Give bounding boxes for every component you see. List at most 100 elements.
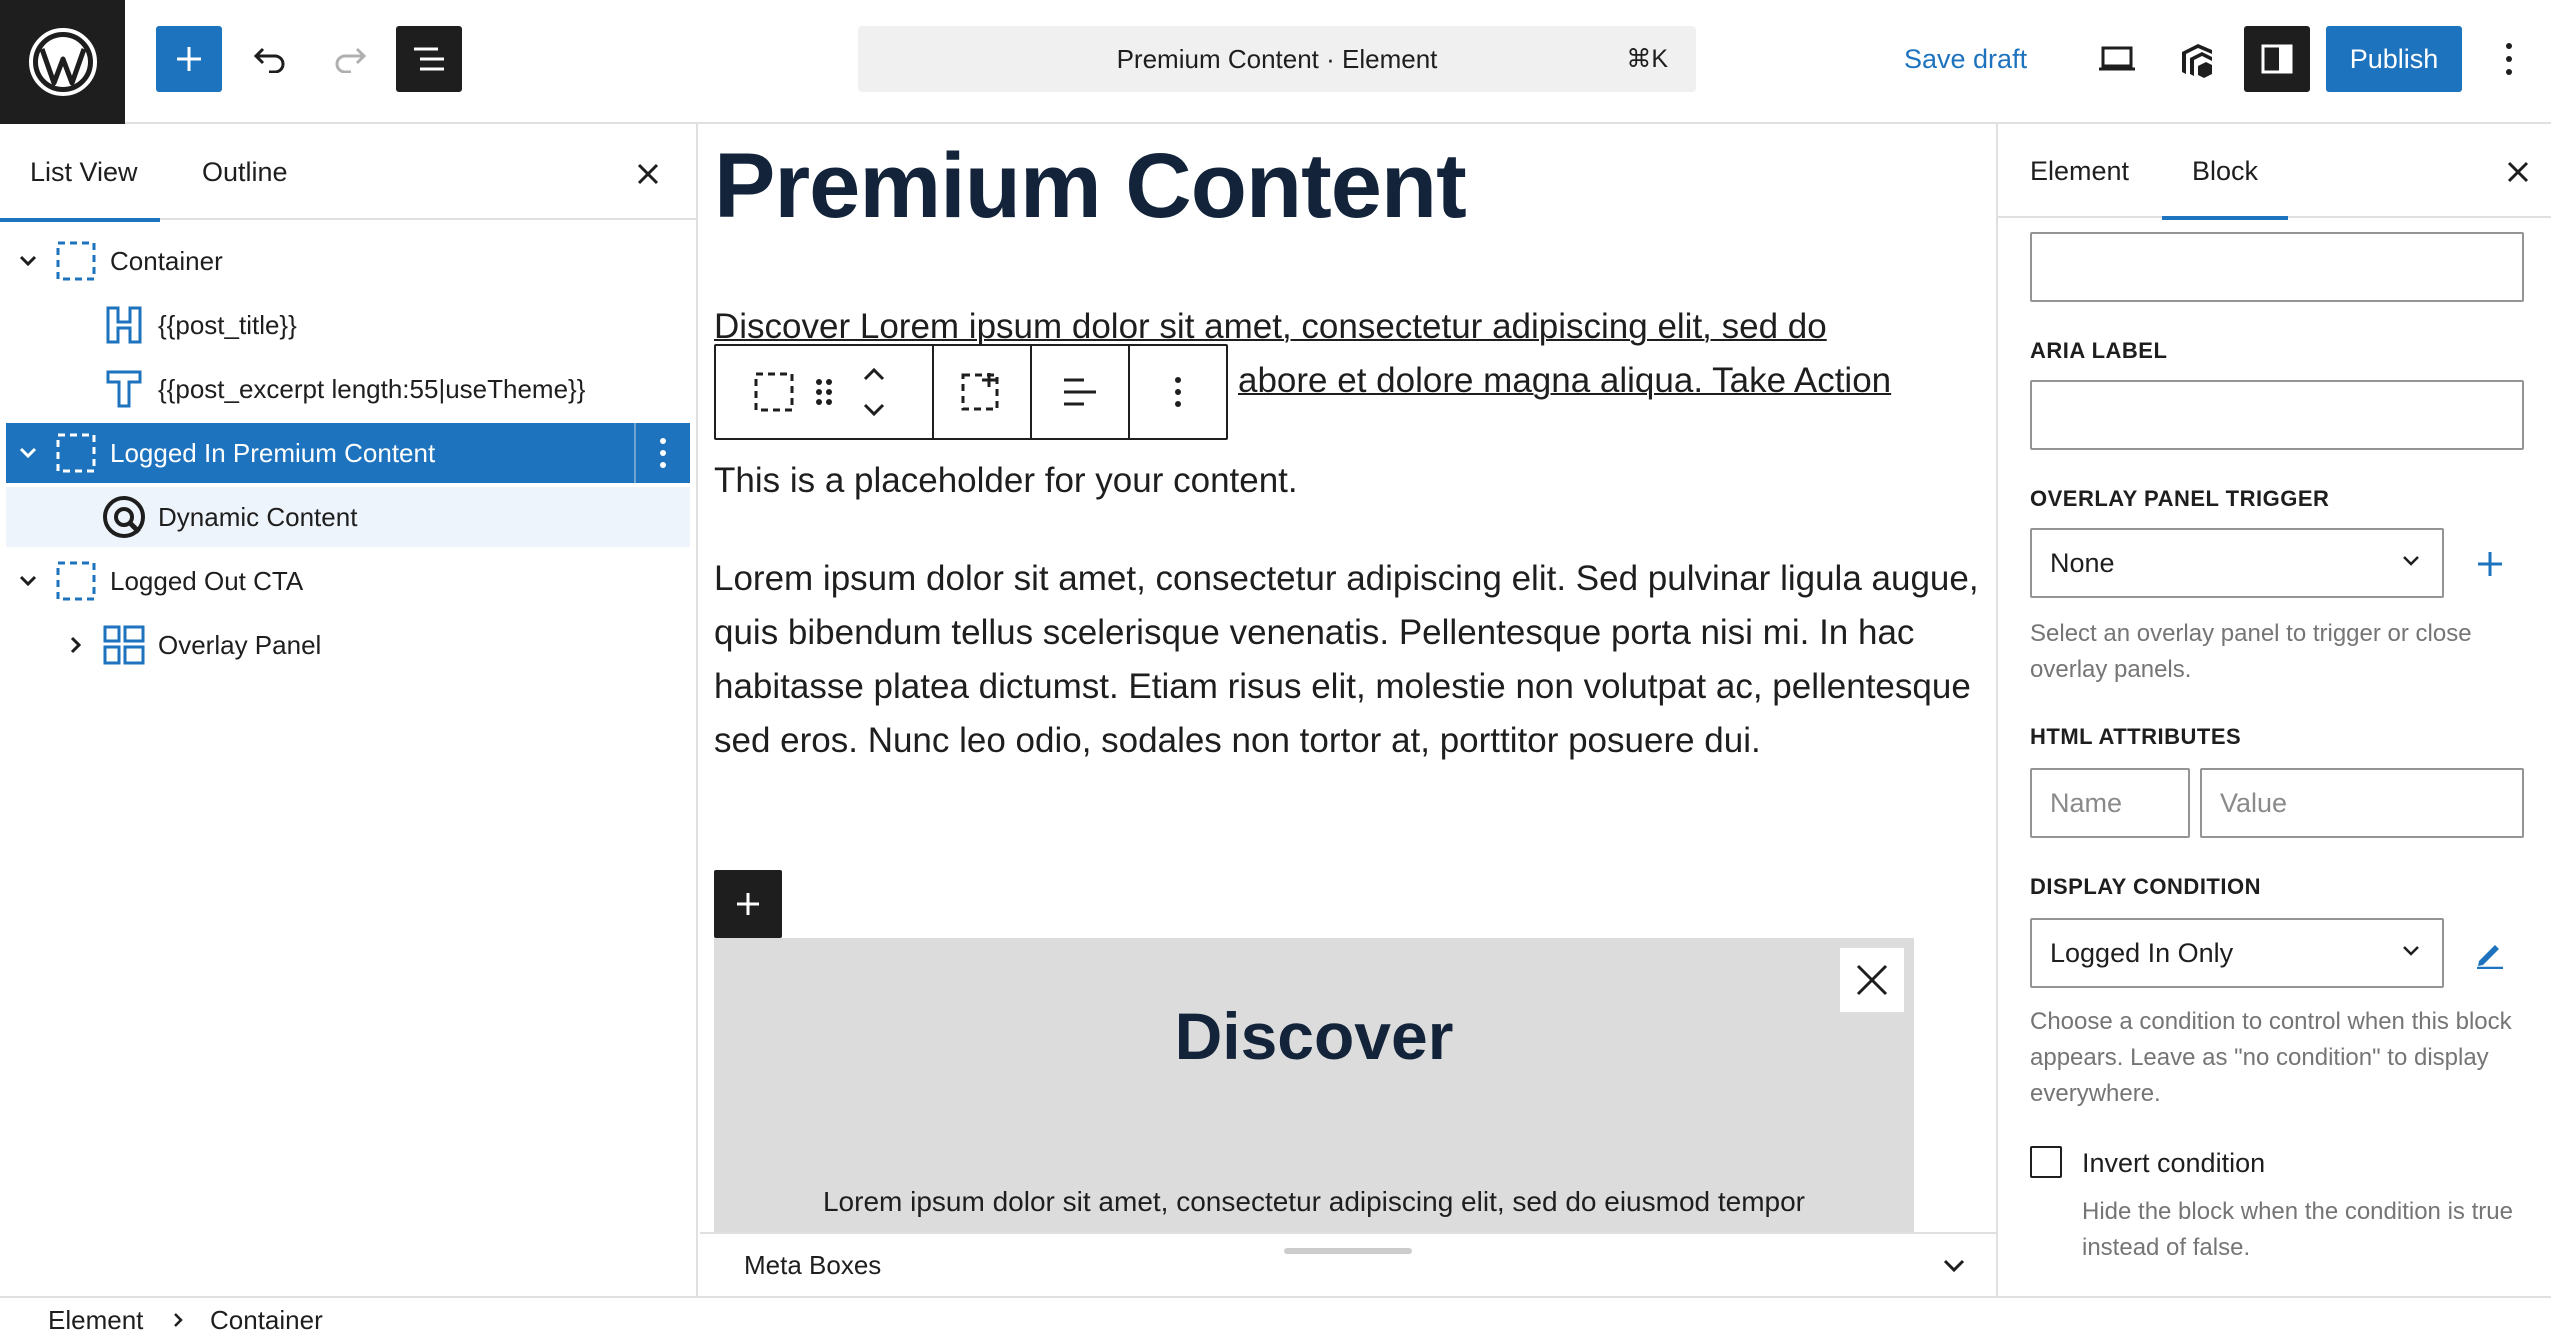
overlay-trigger-help: Select an overlay panel to trigger or cl… bbox=[2030, 620, 2472, 683]
overlay-panel-icon bbox=[102, 623, 146, 667]
container-icon bbox=[54, 559, 98, 603]
tab-element[interactable]: Element bbox=[2030, 124, 2129, 218]
editor-canvas[interactable]: Premium Content Discover Lorem ipsum dol… bbox=[700, 124, 1996, 1296]
display-condition-select[interactable]: Logged In Only bbox=[2030, 918, 2444, 988]
generateblocks-icon[interactable] bbox=[2166, 26, 2228, 92]
tab-outline[interactable]: Outline bbox=[202, 124, 288, 220]
move-up-down-icon[interactable] bbox=[849, 346, 899, 438]
document-overview-button[interactable] bbox=[396, 26, 462, 92]
add-inner-container-icon[interactable] bbox=[957, 346, 1007, 438]
more-options-icon[interactable] bbox=[1153, 346, 1203, 438]
display-condition-heading: DISPLAY CONDITION bbox=[2030, 874, 2261, 899]
block-breadcrumb: Element Container bbox=[0, 1296, 2551, 1339]
add-block-button[interactable] bbox=[714, 870, 782, 938]
list-item-overlay-panel[interactable]: Overlay Panel bbox=[6, 615, 690, 675]
list-item-logged-in-premium-content[interactable]: Logged In Premium Content bbox=[6, 423, 690, 483]
add-overlay-trigger-icon[interactable] bbox=[2468, 542, 2512, 586]
redo-button[interactable] bbox=[320, 26, 380, 92]
block-toolbar-group bbox=[1130, 346, 1226, 438]
list-item-logged-out-cta[interactable]: Logged Out CTA bbox=[6, 551, 690, 611]
close-icon[interactable] bbox=[2498, 152, 2538, 192]
block-toolbar-group bbox=[1032, 346, 1130, 438]
list-item-dynamic-content[interactable]: Dynamic Content bbox=[6, 487, 690, 547]
overlay-trigger-heading: OVERLAY PANEL TRIGGER bbox=[2030, 486, 2330, 511]
list-item-post-title[interactable]: {{post_title}} bbox=[6, 295, 690, 355]
command-palette-bar[interactable]: Premium Content · Element ⌘K bbox=[858, 26, 1696, 92]
chevron-down-icon[interactable] bbox=[14, 439, 42, 467]
container-icon[interactable] bbox=[749, 346, 799, 438]
container-icon bbox=[54, 431, 98, 475]
invert-condition-help: Hide the block when the condition is tru… bbox=[2082, 1198, 2513, 1261]
list-item-label: Container bbox=[110, 245, 223, 276]
list-item-container[interactable]: Container bbox=[6, 231, 690, 291]
chevron-down-icon[interactable] bbox=[1938, 1250, 1970, 1282]
list-item-label: Logged In Premium Content bbox=[110, 437, 436, 468]
attribute-name-field[interactable]: Name bbox=[2030, 768, 2190, 838]
wordpress-logo-icon[interactable] bbox=[0, 0, 125, 124]
placeholder-paragraph[interactable]: This is a placeholder for your content. bbox=[714, 454, 1984, 508]
attribute-value-field[interactable]: Value bbox=[2200, 768, 2524, 838]
block-toolbar bbox=[714, 344, 1228, 440]
dynamic-content-icon bbox=[102, 495, 146, 539]
overlay-heading[interactable]: Discover bbox=[714, 998, 1914, 1074]
undo-button[interactable] bbox=[240, 26, 300, 92]
settings-sidebar-toggle[interactable] bbox=[2244, 26, 2310, 92]
heading-icon bbox=[102, 303, 146, 347]
document-title: Premium Content · Element bbox=[1116, 43, 1438, 74]
aria-label-field[interactable] bbox=[2030, 380, 2524, 450]
text-field[interactable] bbox=[2030, 232, 2524, 302]
block-options-icon[interactable] bbox=[634, 423, 690, 483]
html-attributes-heading: HTML ATTRIBUTES bbox=[2030, 724, 2242, 749]
chevron-down-icon[interactable] bbox=[14, 567, 42, 595]
save-draft-button[interactable]: Save draft bbox=[1904, 26, 2027, 92]
tab-block[interactable]: Block bbox=[2161, 124, 2289, 220]
list-item-post-excerpt[interactable]: {{post_excerpt length:55|useTheme}} bbox=[6, 359, 690, 419]
block-toolbar-group bbox=[934, 346, 1032, 438]
display-condition-help: Choose a condition to control when this … bbox=[2030, 1008, 2512, 1107]
preview-device-icon[interactable] bbox=[2086, 26, 2148, 92]
invert-condition-label[interactable]: Invert condition bbox=[2082, 1148, 2265, 1179]
lorem-paragraph[interactable]: Lorem ipsum dolor sit amet, consectetur … bbox=[714, 552, 1984, 768]
settings-sidebar: Element Block ARIA LABEL OVERLAY PANEL T… bbox=[1996, 124, 2551, 1296]
chevron-down-icon bbox=[2403, 556, 2419, 566]
text-icon bbox=[102, 367, 146, 411]
command-shortcut: ⌘K bbox=[1626, 45, 1668, 73]
list-item-label: Overlay Panel bbox=[158, 629, 322, 660]
aria-label-heading: ARIA LABEL bbox=[2030, 338, 2168, 363]
overlay-trigger-value: None bbox=[2050, 547, 2115, 578]
meta-boxes-panel[interactable]: Meta Boxes bbox=[700, 1232, 1996, 1296]
list-item-label: Dynamic Content bbox=[158, 501, 358, 532]
list-item-label: {{post_excerpt length:55|useTheme}} bbox=[158, 373, 586, 404]
overlay-text[interactable]: Lorem ipsum dolor sit amet, consectetur … bbox=[714, 1186, 1914, 1218]
more-options-icon[interactable] bbox=[2478, 26, 2540, 92]
invert-condition-checkbox[interactable] bbox=[2030, 1146, 2062, 1178]
post-title-heading[interactable]: Premium Content bbox=[714, 134, 1467, 239]
overlay-trigger-select[interactable]: None bbox=[2030, 528, 2444, 598]
drag-handle-icon[interactable] bbox=[799, 346, 849, 438]
close-icon[interactable] bbox=[628, 154, 668, 194]
editor-header: Premium Content · Element ⌘K Save draft … bbox=[0, 0, 2551, 124]
breadcrumb-item[interactable]: Container bbox=[210, 1298, 323, 1339]
breadcrumb-item[interactable]: Element bbox=[48, 1298, 143, 1339]
list-item-label: {{post_title}} bbox=[158, 309, 297, 340]
publish-button[interactable]: Publish bbox=[2326, 26, 2462, 92]
chevron-down-icon bbox=[2403, 946, 2419, 956]
block-toolbar-group bbox=[716, 346, 934, 438]
attribute-value-placeholder: Value bbox=[2220, 787, 2288, 818]
attribute-name-placeholder: Name bbox=[2050, 787, 2123, 818]
list-view-tabs: List View Outline bbox=[0, 124, 696, 222]
chevron-down-icon[interactable] bbox=[14, 247, 42, 275]
align-left-icon[interactable] bbox=[1055, 346, 1105, 438]
chevron-right-icon[interactable] bbox=[62, 631, 90, 659]
chevron-right-icon bbox=[168, 1308, 188, 1332]
block-inserter-button[interactable] bbox=[156, 26, 222, 92]
display-condition-value: Logged In Only bbox=[2050, 937, 2234, 968]
edit-condition-pencil-icon[interactable] bbox=[2468, 932, 2512, 976]
container-icon bbox=[54, 239, 98, 283]
list-item-label: Logged Out CTA bbox=[110, 565, 304, 596]
list-view-panel: List View Outline Container {{post_title… bbox=[0, 124, 698, 1296]
sidebar-tabs: Element Block bbox=[1998, 124, 2551, 220]
meta-boxes-label: Meta Boxes bbox=[744, 1250, 882, 1280]
resize-handle[interactable] bbox=[1284, 1248, 1412, 1254]
tab-list-view[interactable]: List View bbox=[0, 124, 160, 222]
